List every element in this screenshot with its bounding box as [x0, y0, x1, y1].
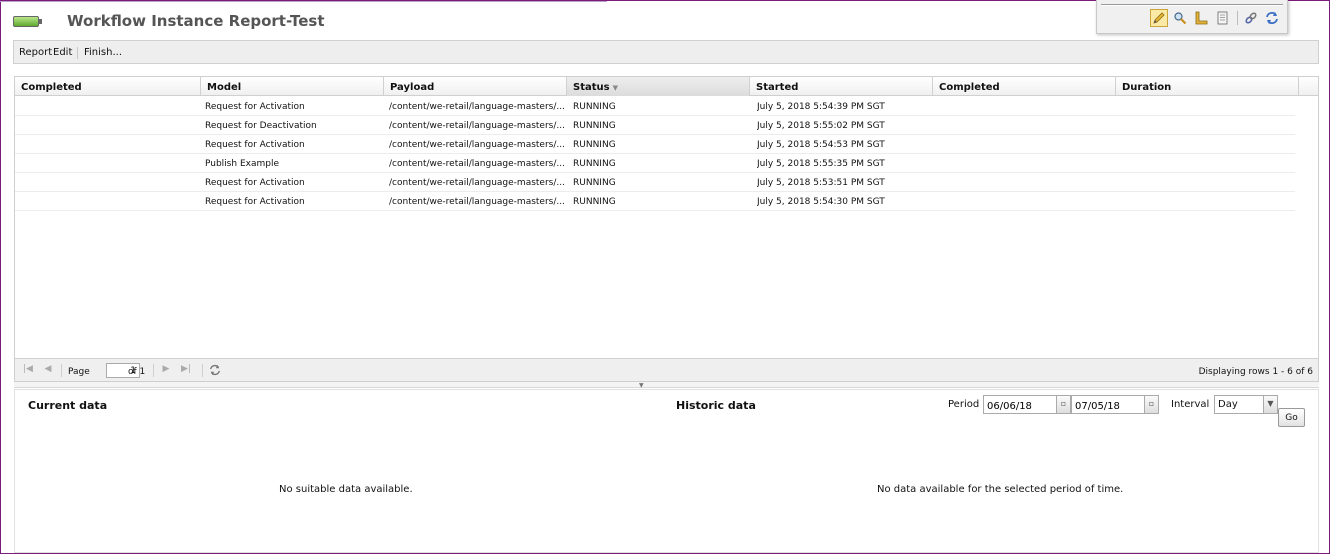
- column-header-payload[interactable]: Payload: [384, 77, 567, 96]
- document-icon[interactable]: [1213, 9, 1231, 27]
- column-header-completed-2[interactable]: Completed: [933, 77, 1116, 96]
- last-page-icon[interactable]: ▶|: [179, 364, 193, 376]
- page-count: of 1: [128, 367, 146, 377]
- rows-display-text: Displaying rows 1 - 6 of 6: [1198, 367, 1313, 377]
- cell-status: RUNNING: [573, 178, 616, 188]
- cell-status: RUNNING: [573, 121, 616, 131]
- cell-model: Request for Deactivation: [205, 121, 317, 131]
- menu-separator: [77, 47, 78, 59]
- menu-edit[interactable]: Edit: [53, 47, 72, 58]
- grid-header: Completed Model Payload Status ▼ Started …: [15, 77, 1318, 96]
- link-icon[interactable]: [1242, 9, 1260, 27]
- cell-model: Publish Example: [205, 159, 279, 169]
- refresh-icon[interactable]: [208, 364, 222, 376]
- pager-separator: [202, 364, 203, 377]
- sidekick-toolbar: [1096, 0, 1288, 34]
- historic-empty-message: No data available for the selected perio…: [877, 484, 1124, 495]
- menu-finish[interactable]: Finish...: [84, 47, 122, 58]
- current-data-title: Current data: [28, 399, 108, 412]
- pager-separator: [61, 364, 62, 377]
- table-row[interactable]: Request for Activation /content/we-retai…: [15, 97, 1295, 116]
- column-header-status[interactable]: Status ▼: [567, 77, 750, 96]
- toolbar-divider: [1101, 4, 1283, 6]
- cell-started: July 5, 2018 5:55:02 PM SGT: [757, 121, 885, 131]
- calendar-icon[interactable]: ▫: [1056, 395, 1071, 414]
- ruler-icon[interactable]: [1192, 9, 1210, 27]
- historic-data-title: Historic data: [676, 399, 756, 412]
- next-page-icon[interactable]: ▶: [159, 364, 173, 376]
- cell-payload: /content/we-retail/language-masters/...: [389, 121, 564, 131]
- cell-payload: /content/we-retail/language-masters/...: [389, 197, 564, 207]
- cell-model: Request for Activation: [205, 197, 305, 207]
- cell-started: July 5, 2018 5:55:35 PM SGT: [757, 159, 885, 169]
- current-empty-message: No suitable data available.: [279, 484, 413, 495]
- sort-desc-icon: ▼: [612, 84, 618, 92]
- column-header-status-label: Status: [573, 82, 610, 93]
- cell-status: RUNNING: [573, 140, 616, 150]
- go-button[interactable]: Go: [1278, 408, 1305, 427]
- pager-separator: [153, 364, 154, 377]
- cell-status: RUNNING: [573, 102, 616, 112]
- magnifier-icon[interactable]: [1171, 9, 1189, 27]
- period-to-input[interactable]: [1071, 395, 1145, 414]
- toolbar-separator: [1237, 11, 1238, 25]
- calendar-icon[interactable]: ▫: [1144, 395, 1159, 414]
- column-header-model[interactable]: Model: [201, 77, 384, 96]
- table-row[interactable]: Request for Deactivation /content/we-ret…: [15, 116, 1295, 135]
- first-page-icon[interactable]: |◀: [21, 364, 35, 376]
- page-title: Workflow Instance Report-Test: [67, 12, 325, 30]
- report-grid: Completed Model Payload Status ▼ Started …: [14, 76, 1319, 382]
- chevron-down-icon[interactable]: ▼: [1263, 395, 1278, 414]
- cell-started: July 5, 2018 5:54:53 PM SGT: [757, 140, 885, 150]
- table-row[interactable]: Request for Activation /content/we-retai…: [15, 135, 1295, 154]
- table-row[interactable]: Publish Example /content/we-retail/langu…: [15, 154, 1295, 173]
- table-row[interactable]: Request for Activation /content/we-retai…: [15, 192, 1295, 211]
- cell-payload: /content/we-retail/language-masters/...: [389, 159, 564, 169]
- menu-report[interactable]: Report: [19, 47, 52, 58]
- collapse-arrow-icon[interactable]: ▼: [639, 382, 644, 389]
- cell-status: RUNNING: [573, 197, 616, 207]
- menu-bar: Report Edit Finish...: [13, 40, 1319, 64]
- column-header-duration[interactable]: Duration: [1116, 77, 1299, 96]
- status-battery-icon: [13, 16, 42, 27]
- cell-started: July 5, 2018 5:54:30 PM SGT: [757, 197, 885, 207]
- page-label: Page: [68, 367, 90, 377]
- cell-model: Request for Activation: [205, 102, 305, 112]
- cell-payload: /content/we-retail/language-masters/...: [389, 140, 564, 150]
- interval-label: Interval: [1171, 399, 1210, 410]
- previous-page-icon[interactable]: ◀: [41, 364, 55, 376]
- cell-started: July 5, 2018 5:53:51 PM SGT: [757, 178, 885, 188]
- panel-splitter[interactable]: ▼: [14, 382, 1319, 389]
- cell-payload: /content/we-retail/language-masters/...: [389, 178, 564, 188]
- interval-select[interactable]: Day: [1214, 395, 1264, 414]
- data-panel: Current data Historic data Period ▫ ▫ In…: [14, 389, 1319, 553]
- refresh-icon[interactable]: [1263, 9, 1281, 27]
- period-label: Period: [948, 399, 980, 410]
- column-header-started[interactable]: Started: [750, 77, 933, 96]
- cell-model: Request for Activation: [205, 178, 305, 188]
- column-header-completed[interactable]: Completed: [15, 77, 201, 96]
- pencil-icon[interactable]: [1150, 9, 1168, 27]
- cell-started: July 5, 2018 5:54:39 PM SGT: [757, 102, 885, 112]
- cell-payload: /content/we-retail/language-masters/...: [389, 102, 564, 112]
- cell-model: Request for Activation: [205, 140, 305, 150]
- table-row[interactable]: Request for Activation /content/we-retai…: [15, 173, 1295, 192]
- period-from-input[interactable]: [983, 395, 1057, 414]
- cell-status: RUNNING: [573, 159, 616, 169]
- paging-toolbar: |◀ ◀ Page of 1 ▶ ▶| Displaying rows 1 - …: [15, 358, 1318, 381]
